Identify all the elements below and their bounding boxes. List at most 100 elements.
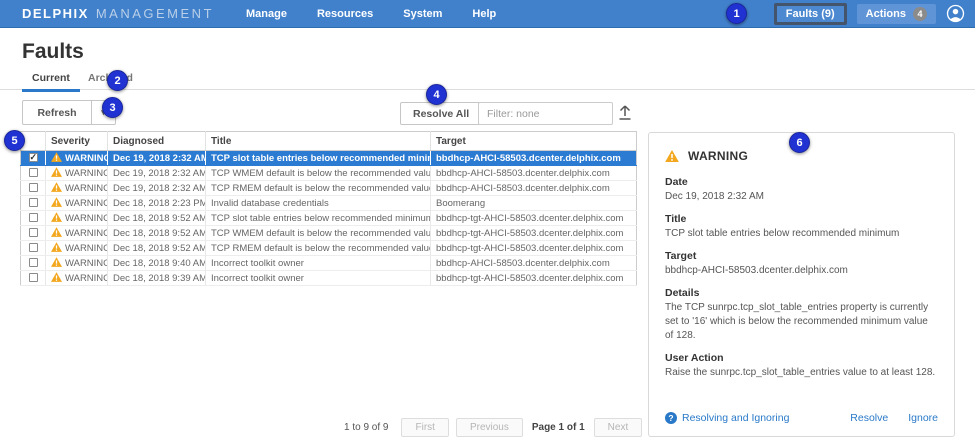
row-severity: WARNING [46, 241, 108, 256]
warning-icon [51, 227, 62, 237]
row-diagnosed: Dec 18, 2018 9:52 AM [108, 226, 206, 241]
row-diagnosed: Dec 18, 2018 2:23 PM [108, 196, 206, 211]
pagination-next-button[interactable]: Next [594, 418, 643, 437]
row-diagnosed: Dec 18, 2018 9:39 AM [108, 271, 206, 286]
help-link-label: Resolving and Ignoring [682, 412, 789, 424]
export-icon [617, 104, 633, 121]
faults-button[interactable]: Faults (9) [774, 3, 847, 25]
field-details-value: The TCP sunrpc.tcp_slot_table_entries pr… [665, 301, 938, 343]
row-severity: WARNING [46, 226, 108, 241]
row-checkbox-cell[interactable] [21, 241, 46, 256]
actions-button[interactable]: Actions 4 [857, 4, 936, 24]
row-target: bbdhcp-AHCI-58503.dcenter.delphix.com [431, 256, 637, 271]
table-row[interactable]: WARNING Dec 18, 2018 9:52 AM TCP slot ta… [21, 211, 637, 226]
table-row[interactable]: WARNING Dec 19, 2018 2:32 AM TCP RMEM de… [21, 181, 637, 196]
row-checkbox-cell[interactable] [21, 151, 46, 166]
severity-text: WARNING [65, 183, 108, 194]
row-target: Boomerang [431, 196, 637, 211]
nav-item-help[interactable]: Help [472, 8, 496, 20]
row-severity: WARNING [46, 256, 108, 271]
row-title: TCP slot table entries below recommended… [206, 211, 431, 226]
callout-3: 3 [102, 97, 123, 118]
severity-text: WARNING [65, 213, 108, 224]
nav-menu: Manage Resources System Help [246, 8, 496, 20]
row-title: Invalid database credentials [206, 196, 431, 211]
row-checkbox[interactable] [29, 198, 38, 207]
row-checkbox[interactable] [29, 258, 38, 267]
field-date-label: Date [665, 176, 938, 188]
row-checkbox-cell[interactable] [21, 181, 46, 196]
panel-severity-label: WARNING [688, 149, 748, 163]
field-title-label: Title [665, 213, 938, 225]
resolving-and-ignoring-link[interactable]: ? Resolving and Ignoring [665, 412, 789, 424]
table-row[interactable]: WARNING Dec 18, 2018 9:40 AM Incorrect t… [21, 256, 637, 271]
row-checkbox-cell[interactable] [21, 226, 46, 241]
export-button[interactable] [617, 104, 633, 124]
fault-detail-panel: WARNING Date Dec 19, 2018 2:32 AM Title … [648, 132, 955, 437]
row-checkbox[interactable] [29, 213, 38, 222]
column-header-target[interactable]: Target [431, 132, 637, 151]
severity-text: WARNING [65, 153, 108, 164]
pagination-first-button[interactable]: First [401, 418, 448, 437]
nav-item-system[interactable]: System [403, 8, 442, 20]
row-title: Incorrect toolkit owner [206, 256, 431, 271]
field-target: Target bbdhcp-AHCI-58503.dcenter.delphix… [665, 250, 938, 278]
field-title: Title TCP slot table entries below recom… [665, 213, 938, 241]
severity-text: WARNING [65, 273, 108, 284]
field-title-value: TCP slot table entries below recommended… [665, 227, 938, 241]
filter-input[interactable] [478, 102, 613, 125]
callout-6: 6 [789, 132, 810, 153]
user-profile-icon[interactable] [946, 4, 965, 23]
row-title: TCP slot table entries below recommended… [206, 151, 431, 166]
row-checkbox[interactable] [29, 153, 38, 162]
field-user-action: User Action Raise the sunrpc.tcp_slot_ta… [665, 352, 938, 380]
row-checkbox[interactable] [29, 228, 38, 237]
field-user-action-value: Raise the sunrpc.tcp_slot_table_entries … [665, 366, 938, 380]
row-severity: WARNING [46, 166, 108, 181]
ignore-link[interactable]: Ignore [908, 412, 938, 424]
help-icon: ? [665, 412, 677, 424]
row-checkbox[interactable] [29, 168, 38, 177]
row-checkbox-cell[interactable] [21, 256, 46, 271]
faults-table: Severity Diagnosed Title Target WARNING … [20, 131, 637, 286]
pagination-previous-button[interactable]: Previous [456, 418, 523, 437]
warning-icon [51, 167, 62, 177]
row-severity: WARNING [46, 271, 108, 286]
callout-5: 5 [4, 130, 25, 151]
row-diagnosed: Dec 19, 2018 2:32 AM [108, 181, 206, 196]
field-user-action-label: User Action [665, 352, 938, 364]
column-header-title[interactable]: Title [206, 132, 431, 151]
row-severity: WARNING [46, 211, 108, 226]
warning-icon [51, 257, 62, 267]
table-row[interactable]: WARNING Dec 18, 2018 9:39 AM Incorrect t… [21, 271, 637, 286]
table-row[interactable]: WARNING Dec 18, 2018 2:23 PM Invalid dat… [21, 196, 637, 211]
refresh-button[interactable]: Refresh [22, 100, 92, 125]
row-target: bbdhcp-tgt-AHCI-58503.dcenter.delphix.co… [431, 241, 637, 256]
tab-current[interactable]: Current [22, 72, 80, 92]
resolve-link[interactable]: Resolve [850, 412, 888, 424]
field-target-label: Target [665, 250, 938, 262]
row-checkbox[interactable] [29, 183, 38, 192]
table-row[interactable]: WARNING Dec 19, 2018 2:32 AM TCP slot ta… [21, 151, 637, 166]
nav-item-resources[interactable]: Resources [317, 8, 373, 20]
table-row[interactable]: WARNING Dec 19, 2018 2:32 AM TCP WMEM de… [21, 166, 637, 181]
resolve-all-button[interactable]: Resolve All [400, 102, 482, 125]
row-checkbox-cell[interactable] [21, 211, 46, 226]
table-row[interactable]: WARNING Dec 18, 2018 9:52 AM TCP RMEM de… [21, 241, 637, 256]
warning-icon [51, 197, 62, 207]
row-checkbox[interactable] [29, 243, 38, 252]
panel-actions: Resolve Ignore [850, 412, 938, 424]
nav-right: Faults (9) Actions 4 [774, 3, 965, 25]
actions-button-label: Actions [866, 8, 906, 20]
table-row[interactable]: WARNING Dec 18, 2018 9:52 AM TCP WMEM de… [21, 226, 637, 241]
row-severity: WARNING [46, 181, 108, 196]
row-checkbox-cell[interactable] [21, 166, 46, 181]
row-checkbox-cell[interactable] [21, 271, 46, 286]
row-diagnosed: Dec 18, 2018 9:52 AM [108, 211, 206, 226]
column-header-diagnosed[interactable]: Diagnosed [108, 132, 206, 151]
nav-item-manage[interactable]: Manage [246, 8, 287, 20]
row-diagnosed: Dec 18, 2018 9:40 AM [108, 256, 206, 271]
row-checkbox[interactable] [29, 273, 38, 282]
row-checkbox-cell[interactable] [21, 196, 46, 211]
column-header-severity[interactable]: Severity [46, 132, 108, 151]
